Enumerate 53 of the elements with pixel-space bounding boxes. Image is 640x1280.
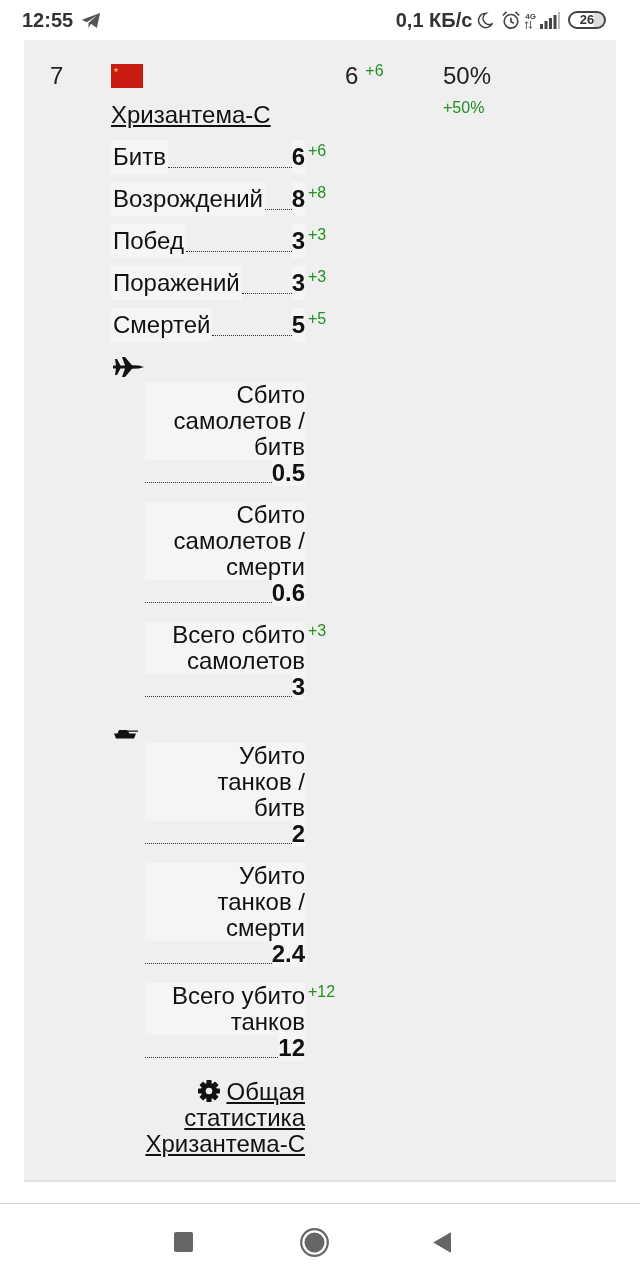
battery-level: 26	[568, 11, 606, 29]
stat-value: 3	[291, 224, 305, 258]
stat-label: Смертей	[111, 308, 213, 342]
stat-label: Сбито самолетов / битв	[145, 382, 305, 460]
stat-change: +3	[307, 268, 327, 286]
rank-number: 7	[50, 62, 64, 89]
stat-value: 3	[291, 674, 305, 700]
stat-value: 5	[291, 308, 305, 342]
alarm-clock-icon	[501, 10, 522, 30]
stat-change: +3	[307, 622, 327, 640]
network-speed: 0,1 КБ/с	[395, 8, 473, 32]
fighter-jet-icon	[112, 356, 144, 378]
stat-label: Сбито самолетов / смерти	[145, 502, 305, 580]
stat-value: 6	[291, 140, 305, 174]
stat-change: +8	[307, 184, 327, 202]
stat-label: Убито танков / смерти	[145, 863, 305, 941]
stat-label: Побед	[111, 224, 186, 258]
network-type: 4G	[525, 12, 536, 21]
overall-stats-link[interactable]: Общая статистика Хризантема-С	[111, 1079, 305, 1157]
tank-icon	[112, 727, 138, 739]
moon-icon	[476, 11, 494, 29]
paper-plane-icon	[81, 11, 102, 29]
stat-value: 0.5	[271, 460, 305, 486]
battles-change: +6	[364, 62, 384, 80]
stat-label: Битв	[111, 140, 168, 174]
stat-value: 0.6	[271, 580, 305, 606]
dotted-leader	[241, 293, 292, 294]
win-rate: 50%	[443, 62, 492, 90]
dotted-leader	[265, 209, 292, 210]
stat-label: Возрождений	[111, 182, 265, 216]
stat-change: +6	[307, 142, 327, 160]
battles-count: 6	[345, 62, 359, 90]
stat-value: 8	[291, 182, 305, 216]
signal-icon	[540, 11, 560, 29]
back-icon[interactable]	[433, 1231, 452, 1253]
stat-value: 2.4	[271, 941, 305, 967]
gear-icon	[198, 1080, 221, 1102]
stat-change: +5	[307, 310, 327, 328]
stat-value: 3	[291, 266, 305, 300]
stat-value: 2	[291, 821, 305, 847]
clock-time: 12:55	[22, 8, 74, 32]
stat-label: Поражений	[111, 266, 242, 300]
stat-value: 12	[278, 1035, 305, 1061]
win-rate-change: +50%	[443, 99, 486, 117]
flag-icon	[111, 64, 143, 88]
transfer-arrows-icon	[525, 20, 533, 29]
stat-label: Всего сбито самолетов	[145, 622, 305, 674]
home-icon[interactable]	[300, 1227, 329, 1257]
stat-label: Убито танков / битв	[145, 743, 305, 821]
stat-change: +3	[307, 226, 327, 244]
unit-name-link[interactable]: Хризантема-С	[111, 101, 271, 129]
stat-label: Всего убито танков	[145, 983, 305, 1035]
stat-change: +12	[307, 983, 336, 1001]
